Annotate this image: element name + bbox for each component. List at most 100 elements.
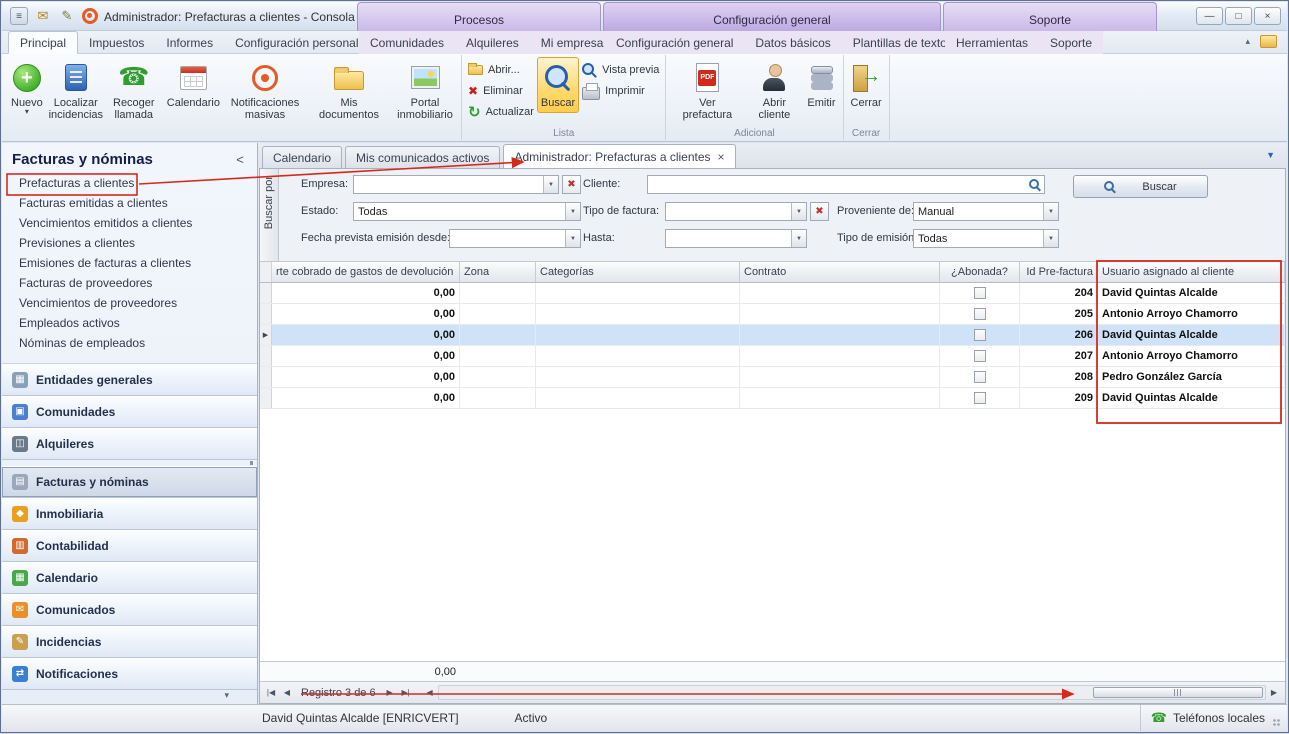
mis-documentos-button[interactable]: Mis documentos: [306, 57, 392, 125]
table-row[interactable]: 0,00 209 David Quintas Alcalde: [260, 388, 1285, 409]
scrollbar-track[interactable]: [438, 685, 1266, 700]
abrir-button[interactable]: Abrir...: [465, 61, 537, 79]
column-usuario-asignado[interactable]: Usuario asignado al cliente: [1098, 262, 1285, 282]
abonada-checkbox[interactable]: [974, 308, 986, 320]
nav-section-alquileres[interactable]: ◫ Alquileres: [2, 428, 257, 460]
nav-section-calendario[interactable]: ▦ Calendario: [2, 562, 257, 594]
table-row[interactable]: 0,00 204 David Quintas Alcalde: [260, 283, 1285, 304]
tipo-factura-dropdown-icon[interactable]: ▼: [791, 203, 806, 220]
quick-folder-icon[interactable]: [1260, 35, 1277, 48]
ribbon-tab-soporte[interactable]: Soporte: [1039, 31, 1103, 54]
sidebar-item-prefacturas-a-clientes[interactable]: Prefacturas a clientes: [2, 173, 257, 193]
collapse-ribbon-icon[interactable]: ▴: [1245, 36, 1250, 47]
buscar-button[interactable]: Buscar: [537, 57, 579, 113]
ribbon-tab-configuracion-general[interactable]: Configuración general: [605, 31, 744, 54]
tab-list-dropdown-icon[interactable]: ▼: [1266, 150, 1275, 160]
tipo-factura-clear-button[interactable]: ✖: [810, 202, 829, 221]
sidebar-splitter[interactable]: [2, 460, 257, 466]
hasta-combo[interactable]: ▼: [665, 229, 807, 248]
nav-section-incidencias[interactable]: ✎ Incidencias: [2, 626, 257, 658]
table-row-selected[interactable]: ▶ 0,00 206 David Quintas Alcalde: [260, 325, 1285, 346]
proveniente-dropdown-icon[interactable]: ▼: [1043, 203, 1058, 220]
scroll-left-button[interactable]: ◀: [422, 684, 438, 701]
estado-dropdown-icon[interactable]: ▼: [565, 203, 580, 220]
ribbon-tab-alquileres[interactable]: Alquileres: [455, 31, 530, 54]
cliente-search-icon[interactable]: [1026, 179, 1044, 191]
horizontal-scrollbar[interactable]: ◀ ▶: [422, 684, 1282, 701]
maximize-button[interactable]: □: [1225, 7, 1252, 25]
scroll-right-button[interactable]: ▶: [1266, 684, 1282, 701]
fecha-desde-combo[interactable]: ▼: [449, 229, 581, 248]
nav-section-comunicados[interactable]: ✉ Comunicados: [2, 594, 257, 626]
sidebar-item-previsiones[interactable]: Previsiones a clientes: [2, 233, 257, 253]
sidebar-item-vencimientos-emitidos[interactable]: Vencimientos emitidos a clientes: [2, 213, 257, 233]
notificaciones-masivas-button[interactable]: Notificaciones masivas: [224, 57, 306, 125]
column-id-prefactura[interactable]: Id Pre-factura: [1020, 262, 1098, 282]
table-row[interactable]: 0,00 205 Antonio Arroyo Chamorro: [260, 304, 1285, 325]
ribbon-tab-impuestos[interactable]: Impuestos: [78, 31, 155, 54]
abonada-checkbox[interactable]: [974, 329, 986, 341]
ver-prefactura-button[interactable]: PDF Ver prefactura: [669, 57, 745, 125]
proveniente-combo[interactable]: Manual ▼: [913, 202, 1059, 221]
sidebar-options-chevron-icon[interactable]: ▾: [224, 690, 229, 701]
nav-section-facturas-y-nominas[interactable]: ▤ Facturas y nóminas: [2, 466, 257, 498]
fecha-desde-dropdown-icon[interactable]: ▼: [565, 230, 580, 247]
doc-tab-mis-comunicados-activos[interactable]: Mis comunicados activos: [345, 146, 500, 168]
table-row[interactable]: 0,00 207 Antonio Arroyo Chamorro: [260, 346, 1285, 367]
abonada-checkbox[interactable]: [974, 392, 986, 404]
abonada-checkbox[interactable]: [974, 371, 986, 383]
doc-tab-prefacturas-a-clientes[interactable]: Administrador: Prefacturas a clientes ×: [503, 144, 735, 168]
empresa-clear-button[interactable]: ✖: [562, 175, 581, 194]
panel-buscar-button[interactable]: Buscar: [1073, 175, 1208, 198]
column-importe[interactable]: rte cobrado de gastos de devolución: [272, 262, 460, 282]
tab-close-icon[interactable]: ×: [718, 151, 725, 163]
nav-section-entidades-generales[interactable]: ▦ Entidades generales: [2, 364, 257, 396]
sidebar-item-emisiones-facturas[interactable]: Emisiones de facturas a clientes: [2, 253, 257, 273]
nav-last-button[interactable]: ▶|: [398, 684, 414, 701]
abonada-checkbox[interactable]: [974, 287, 986, 299]
sidebar-collapse-icon[interactable]: <: [231, 151, 249, 169]
doc-tab-calendario[interactable]: Calendario: [262, 146, 342, 168]
ribbon-tab-plantillas-de-texto[interactable]: Plantillas de texto: [842, 31, 958, 54]
mail-icon[interactable]: ✉: [34, 7, 52, 25]
recoger-llamada-button[interactable]: ☎ Recoger llamada: [105, 57, 163, 125]
tipo-emision-combo[interactable]: Todas ▼: [913, 229, 1059, 248]
column-abonada[interactable]: ¿Abonada?: [940, 262, 1020, 282]
nav-next-button[interactable]: ▶: [382, 684, 398, 701]
minimize-button[interactable]: —: [1196, 7, 1223, 25]
abrir-cliente-button[interactable]: Abrir cliente: [745, 57, 803, 125]
close-button[interactable]: ×: [1254, 7, 1281, 25]
buscar-por-tab[interactable]: Buscar por: [260, 169, 279, 261]
abonada-checkbox[interactable]: [974, 350, 986, 362]
cerrar-button[interactable]: → Cerrar: [847, 57, 886, 113]
ribbon-tab-principal[interactable]: Principal: [8, 31, 78, 54]
portal-inmobiliario-button[interactable]: Portal inmobiliario: [392, 57, 458, 125]
edit-icon[interactable]: ✎: [58, 7, 76, 25]
tipo-factura-combo[interactable]: ▼: [665, 202, 807, 221]
sidebar-item-empleados-activos[interactable]: Empleados activos: [2, 313, 257, 333]
sidebar-item-nominas-empleados[interactable]: Nóminas de empleados: [2, 333, 257, 353]
sidebar-item-facturas-emitidas[interactable]: Facturas emitidas a clientes: [2, 193, 257, 213]
column-zona[interactable]: Zona: [460, 262, 536, 282]
estado-combo[interactable]: Todas ▼: [353, 202, 581, 221]
ribbon-tab-herramientas[interactable]: Herramientas: [945, 31, 1039, 54]
nav-section-inmobiliaria[interactable]: ◆ Inmobiliaria: [2, 498, 257, 530]
nav-section-comunidades[interactable]: ▣ Comunidades: [2, 396, 257, 428]
ribbon-tab-comunidades[interactable]: Comunidades: [359, 31, 455, 54]
emitir-button[interactable]: Emitir: [803, 57, 839, 113]
eliminar-button[interactable]: ✖ Eliminar: [465, 82, 537, 100]
cliente-input[interactable]: [647, 175, 1045, 194]
hasta-dropdown-icon[interactable]: ▼: [791, 230, 806, 247]
ribbon-tab-informes[interactable]: Informes: [155, 31, 224, 54]
tipo-emision-dropdown-icon[interactable]: ▼: [1043, 230, 1058, 247]
ribbon-tab-configuracion-personal[interactable]: Configuración personal: [224, 31, 369, 54]
imprimir-button[interactable]: Imprimir: [579, 82, 662, 100]
empresa-dropdown-icon[interactable]: ▼: [543, 176, 558, 193]
ribbon-tab-datos-basicos[interactable]: Datos básicos: [744, 31, 841, 54]
nuevo-dropdown-icon[interactable]: ▾: [25, 109, 29, 115]
vista-previa-button[interactable]: Vista previa: [579, 61, 662, 79]
nav-section-contabilidad[interactable]: ▥ Contabilidad: [2, 530, 257, 562]
column-contrato[interactable]: Contrato: [740, 262, 940, 282]
telefonos-locales-button[interactable]: ☎ Teléfonos locales: [1140, 705, 1287, 731]
scrollbar-thumb[interactable]: [1093, 687, 1263, 698]
